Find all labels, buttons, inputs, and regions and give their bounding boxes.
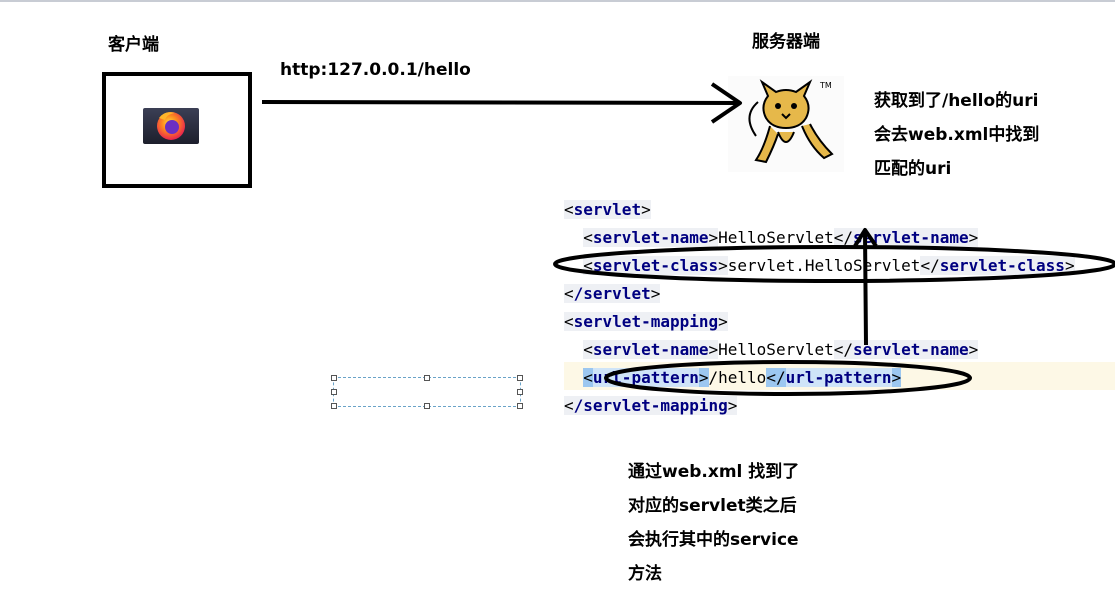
servlet-class-ellipse (553, 245, 1115, 283)
annotation-layer (261, 82, 1115, 396)
request-arrow (261, 82, 742, 124)
url-pattern-ellipse (604, 360, 972, 396)
